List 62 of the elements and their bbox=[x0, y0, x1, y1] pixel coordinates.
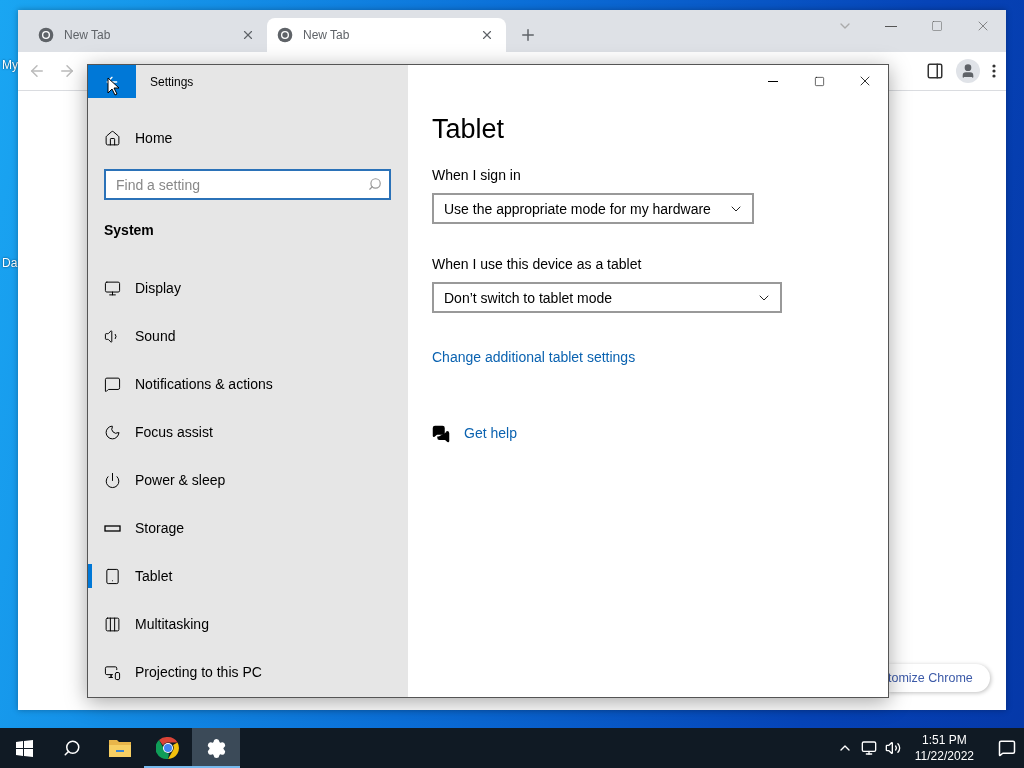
nav-item[interactable]: Focus assist bbox=[88, 408, 408, 456]
globe-logo-icon bbox=[38, 27, 54, 43]
search-icon bbox=[63, 739, 81, 757]
minimize-icon bbox=[885, 25, 897, 27]
tablet-icon bbox=[104, 567, 121, 585]
field-label: When I use this device as a tablet bbox=[432, 256, 643, 272]
nav-item[interactable]: Notifications & actions bbox=[88, 360, 408, 408]
minimize-icon bbox=[768, 80, 778, 82]
globe-logo-icon bbox=[277, 27, 293, 43]
person-icon bbox=[960, 63, 976, 79]
moon-icon bbox=[104, 423, 121, 441]
customize-button[interactable]: tomize Chrome bbox=[888, 664, 990, 692]
volume-icon[interactable] bbox=[884, 740, 901, 756]
field-label: When I sign in bbox=[432, 167, 522, 183]
window-title: Settings bbox=[150, 74, 194, 89]
monitor-icon bbox=[104, 279, 121, 297]
maximize-icon bbox=[813, 75, 825, 87]
mode-dropdown[interactable]: Don’t switch to tablet mode bbox=[432, 282, 782, 313]
side-panel-icon bbox=[926, 62, 944, 80]
desktop-icon-label: Da bbox=[2, 256, 18, 270]
settings-icon bbox=[205, 737, 227, 759]
browser-tab[interactable]: New Tab bbox=[28, 18, 267, 52]
nav-item[interactable]: Storage bbox=[88, 504, 408, 552]
more-icon bbox=[992, 64, 996, 78]
chrome-icon bbox=[156, 736, 180, 760]
nav-item[interactable]: Sound bbox=[88, 312, 408, 360]
folder-icon bbox=[108, 737, 132, 759]
cursor-icon bbox=[107, 77, 119, 96]
mode-dropdown[interactable]: Use the appropriate mode for my hardware bbox=[432, 193, 754, 224]
close-icon[interactable] bbox=[241, 28, 255, 42]
help-link[interactable]: Get help bbox=[464, 425, 517, 441]
search-field[interactable]: Find a setting bbox=[104, 169, 391, 200]
browser-tab[interactable]: New Tab bbox=[267, 18, 506, 52]
nav-item[interactable]: Multitasking bbox=[88, 600, 408, 648]
settings-link[interactable]: Change additional tablet settings bbox=[432, 349, 636, 365]
network-icon[interactable] bbox=[860, 740, 877, 756]
windows-logo-icon bbox=[15, 739, 33, 757]
nav-item[interactable]: Projecting to this PC bbox=[88, 648, 408, 696]
page-heading: Tablet bbox=[432, 114, 506, 145]
maximize-icon bbox=[931, 20, 943, 32]
menu-button[interactable] bbox=[992, 64, 996, 78]
profile-button[interactable] bbox=[956, 59, 980, 83]
nav-item[interactable]: Power & sleep bbox=[88, 456, 408, 504]
help-icon bbox=[432, 425, 450, 443]
side-panel-button[interactable] bbox=[926, 62, 944, 80]
back-button[interactable] bbox=[88, 65, 136, 98]
power-icon bbox=[104, 471, 121, 489]
home-nav-item[interactable]: Home bbox=[88, 118, 408, 158]
section-heading: System bbox=[104, 222, 155, 238]
nav-item[interactable]: Display bbox=[88, 264, 408, 312]
forward-arrow-icon bbox=[58, 62, 76, 80]
home-icon bbox=[104, 129, 121, 147]
clock[interactable]: 1:51 PM 11/22/2022 bbox=[908, 732, 980, 764]
taskbar-app[interactable] bbox=[192, 728, 240, 768]
notification-icon[interactable] bbox=[998, 739, 1016, 757]
close-icon[interactable] bbox=[480, 28, 494, 42]
desktop-icon-label: My bbox=[2, 58, 18, 72]
multitasking-icon bbox=[104, 615, 121, 633]
projecting-icon bbox=[104, 663, 121, 681]
plus-icon bbox=[519, 26, 537, 44]
search-icon bbox=[368, 177, 382, 191]
message-icon bbox=[104, 375, 121, 393]
